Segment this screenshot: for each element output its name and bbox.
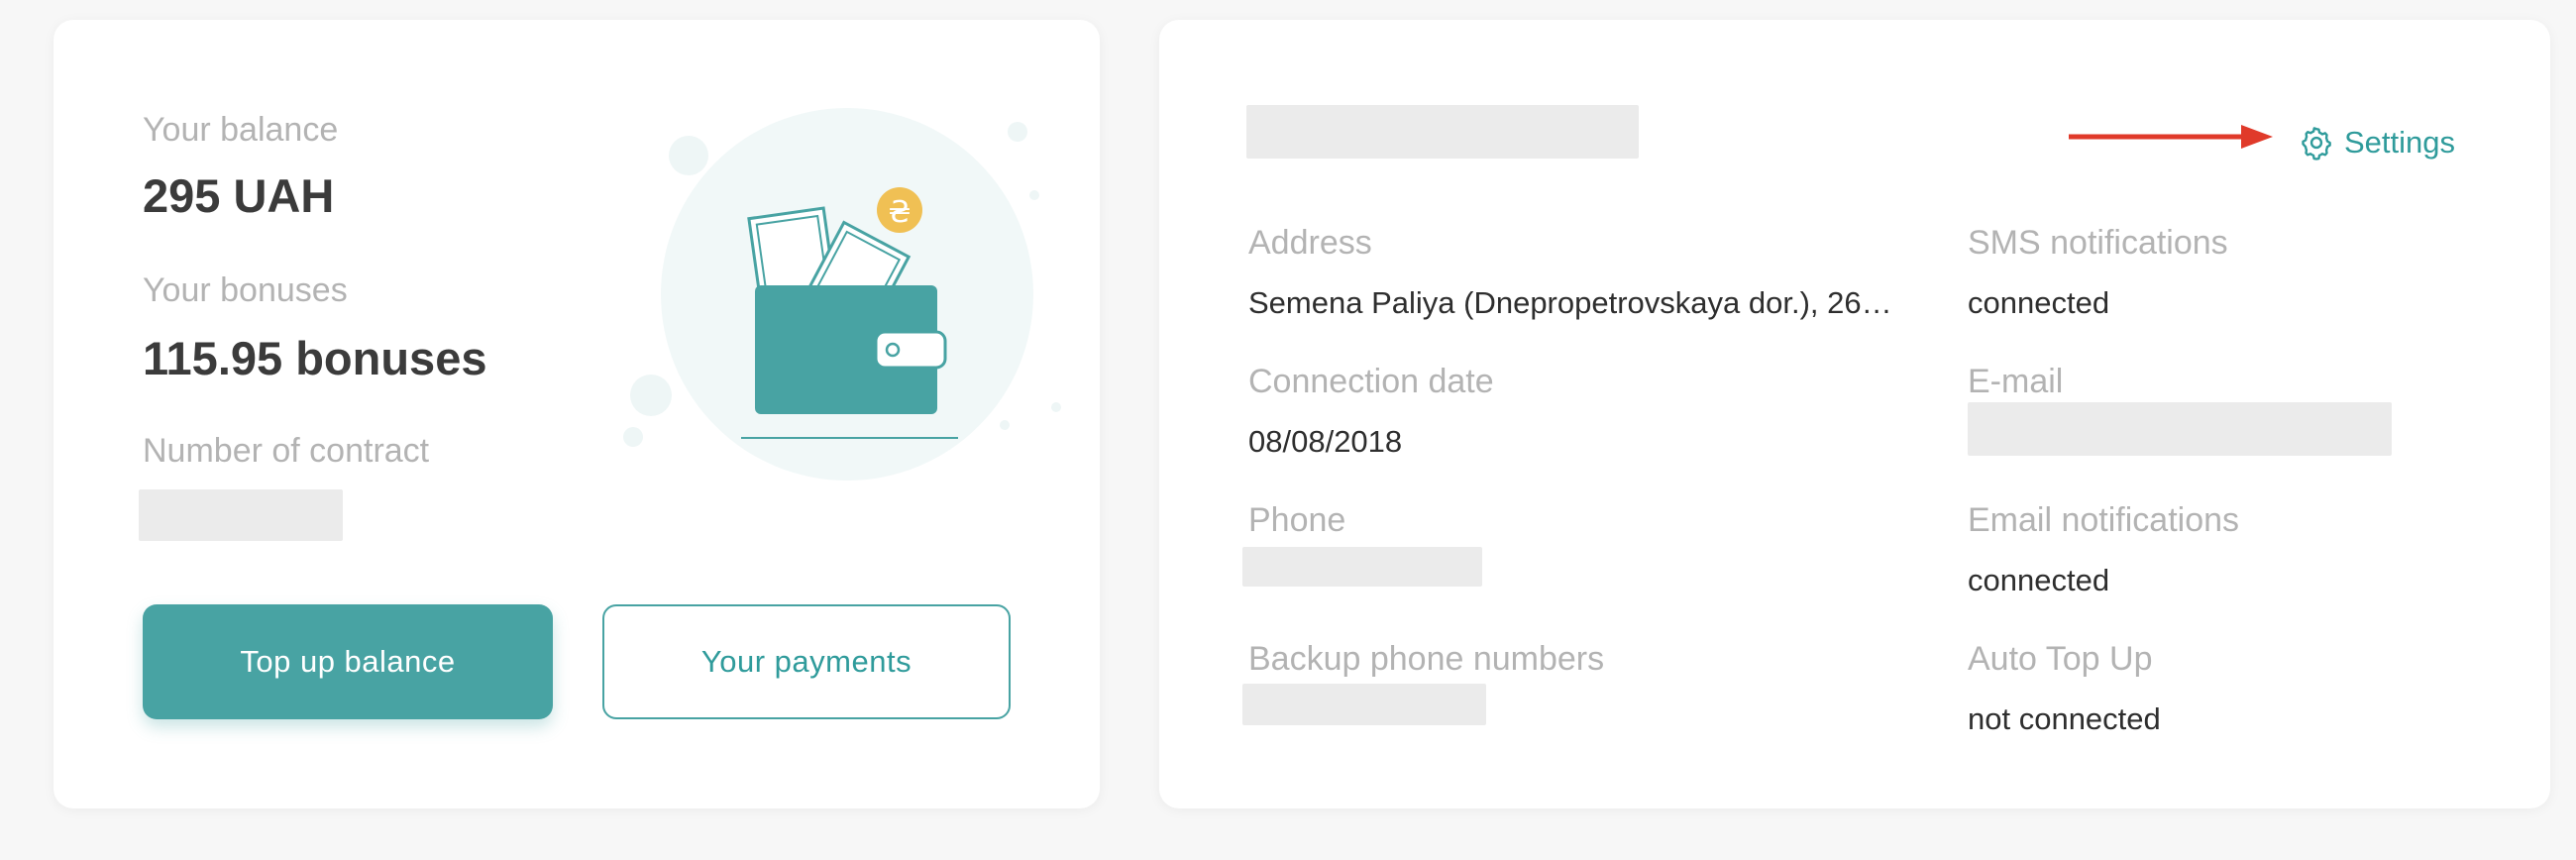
account-name-redacted [1246,105,1639,159]
bonuses-label: Your bonuses [143,271,348,309]
top-up-balance-button[interactable]: Top up balance [143,604,553,719]
balance-value: 295 UAH [143,169,335,222]
svg-text:₴: ₴ [888,195,911,230]
contract-number-redacted [139,489,343,541]
email-notifications-label: Email notifications [1968,501,2240,539]
address-value: Semena Paliya (Dnepropetrovskaya dor.), … [1248,285,1892,320]
balance-card: Your balance 295 UAH Your bonuses 115.95… [54,20,1100,808]
account-card: Settings Address Semena Paliya (Dneprope… [1159,20,2550,808]
connection-date-label: Connection date [1248,363,1494,400]
backup-phones-label: Backup phone numbers [1248,640,1605,678]
phone-label: Phone [1248,501,1346,539]
bonuses-value: 115.95 bonuses [143,332,487,384]
gear-icon [2302,127,2331,161]
auto-top-up-label: Auto Top Up [1968,640,2153,678]
hryvnia-coin-icon: ₴ [877,187,922,233]
email-redacted [1968,402,2392,456]
settings-link[interactable]: Settings [2299,125,2455,161]
contract-label: Number of contract [143,432,430,470]
wallet-icon [755,285,947,414]
your-payments-button[interactable]: Your payments [602,604,1011,719]
balance-label: Your balance [143,111,339,149]
email-notifications-value: connected [1968,563,2110,597]
email-label: E-mail [1968,363,2064,400]
connection-date-value: 08/08/2018 [1248,424,1403,459]
backup-phones-redacted [1242,684,1486,725]
phone-redacted [1242,547,1482,587]
auto-top-up-value: not connected [1968,701,2161,736]
address-label: Address [1248,224,1372,262]
sms-notifications-label: SMS notifications [1968,224,2228,262]
wallet-illustration: ₴ [623,108,1061,481]
settings-label: Settings [2344,125,2456,160]
annotation-arrow [2069,125,2273,149]
sms-notifications-value: connected [1968,285,2110,320]
